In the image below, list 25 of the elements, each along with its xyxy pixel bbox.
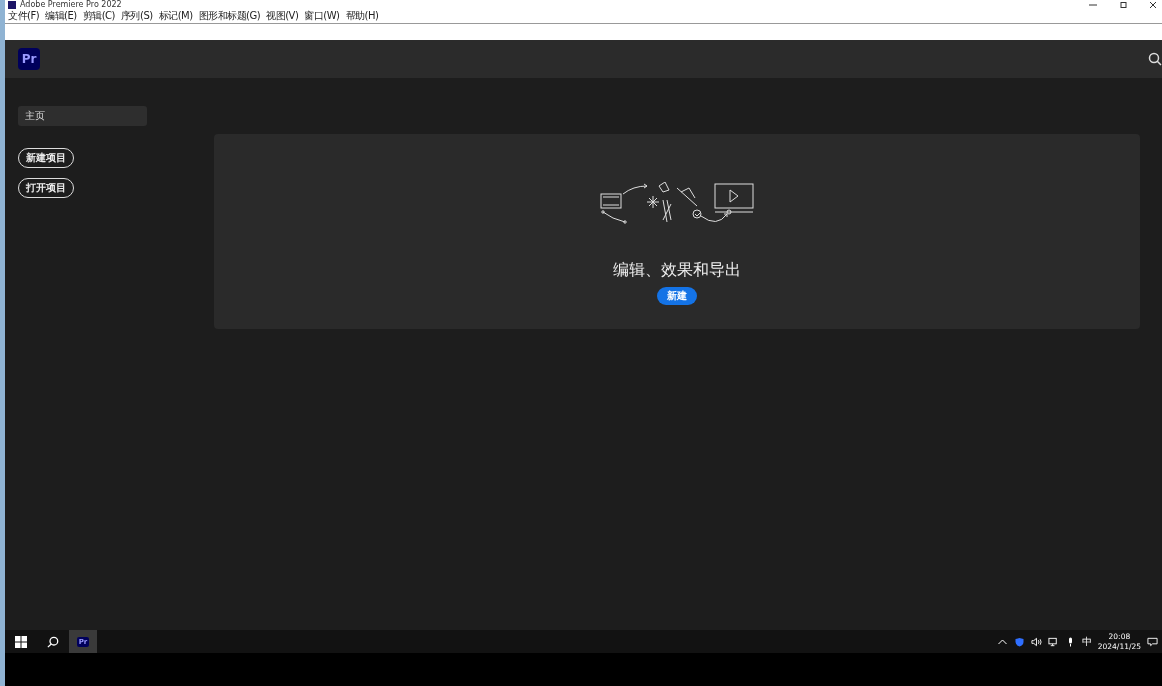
- search-icon[interactable]: [47, 635, 59, 648]
- menu-item[interactable]: 帮助(H): [345, 9, 379, 23]
- menu-item[interactable]: 文件(F): [8, 9, 40, 23]
- menu-item[interactable]: 序列(S): [121, 9, 153, 23]
- input-method-indicator[interactable]: 中: [1081, 634, 1092, 649]
- menu-item[interactable]: 图形和标题(G): [198, 9, 261, 23]
- shield-icon[interactable]: [1013, 636, 1025, 647]
- window-title: Adobe Premiere Pro 2022: [20, 0, 122, 9]
- search-icon[interactable]: [1148, 52, 1162, 66]
- panel-heading: 编辑、效果和导出: [613, 260, 741, 281]
- menu-item[interactable]: 剪辑(C): [82, 9, 115, 23]
- menu-item[interactable]: 编辑(E): [45, 9, 77, 23]
- restore-icon[interactable]: [1118, 1, 1128, 8]
- close-icon[interactable]: [1148, 1, 1158, 8]
- menu-item[interactable]: 视图(V): [266, 9, 299, 23]
- menu-item[interactable]: 标记(M): [158, 9, 193, 23]
- new-button[interactable]: 新建: [657, 287, 697, 305]
- sidebar-item[interactable]: 主页: [18, 106, 147, 126]
- minimize-icon[interactable]: [1088, 1, 1098, 8]
- app-logo: Pr: [18, 48, 40, 70]
- windows-start-icon[interactable]: [15, 635, 27, 648]
- notification-icon[interactable]: [1147, 636, 1158, 647]
- menu-item[interactable]: 窗口(W): [304, 9, 340, 23]
- app-icon: [8, 0, 16, 9]
- speaker-icon[interactable]: [1030, 636, 1042, 647]
